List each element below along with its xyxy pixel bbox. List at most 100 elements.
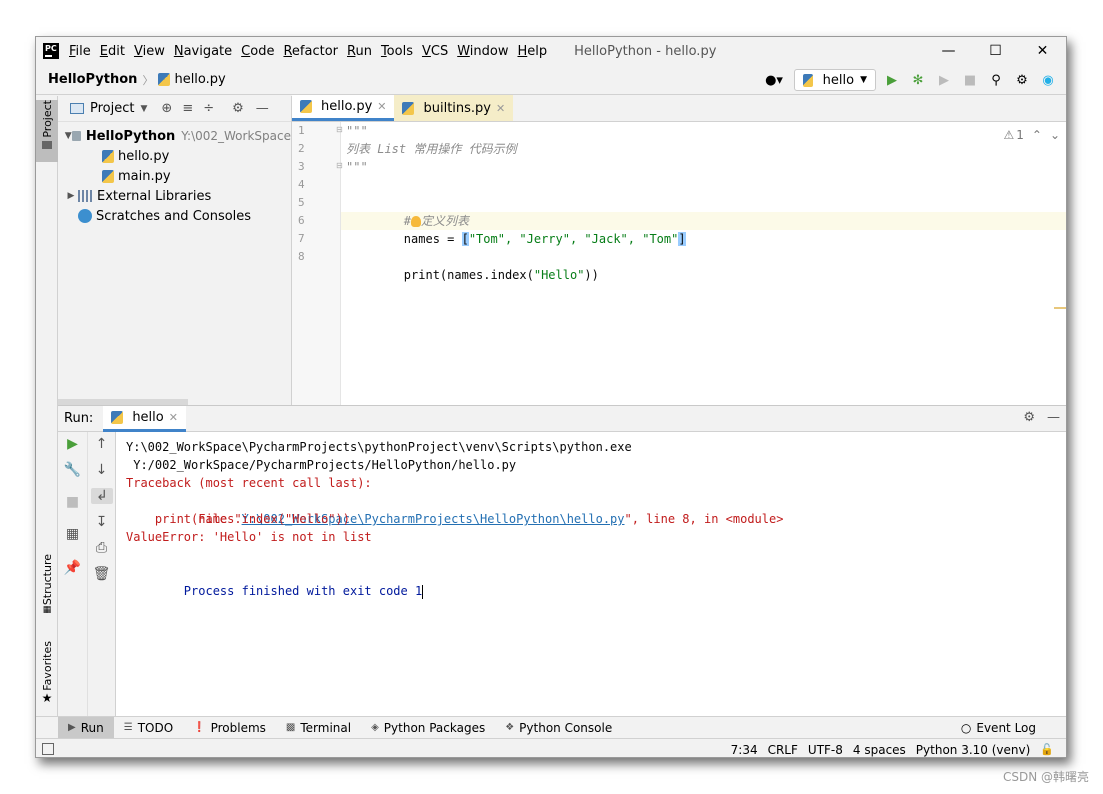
- trash-icon[interactable]: 🗑: [88, 566, 115, 582]
- scroll-to-end-icon[interactable]: ↧: [88, 514, 115, 530]
- collapse-all-icon[interactable]: ÷: [203, 101, 214, 116]
- close-icon[interactable]: ✕: [496, 102, 505, 115]
- python-file-icon: [158, 73, 171, 86]
- arrow-up-icon[interactable]: ↑: [88, 436, 115, 452]
- caret-position[interactable]: 7:34: [731, 743, 758, 757]
- menu-refactor[interactable]: Refactor: [283, 44, 338, 59]
- tab-hello-py[interactable]: hello.py ✕: [292, 95, 395, 121]
- breadcrumb-file[interactable]: hello.py: [174, 72, 225, 87]
- problems-tool-button[interactable]: ❗ Problems: [183, 717, 276, 739]
- menu-help[interactable]: Help: [518, 44, 548, 59]
- debug-icon[interactable]: ✻: [908, 70, 928, 90]
- maximize-button[interactable]: ☐: [972, 37, 1019, 65]
- line-separator[interactable]: CRLF: [768, 743, 798, 757]
- wrench-icon[interactable]: 🔧: [58, 462, 87, 478]
- code-line-2: 列表 List 常用操作 代码示例: [346, 142, 517, 156]
- stop-icon[interactable]: ■: [960, 70, 980, 90]
- tree-root[interactable]: ▼ HelloPython Y:\002_WorkSpace: [58, 126, 291, 146]
- minimize-button[interactable]: —: [925, 37, 972, 65]
- pin-icon[interactable]: 📌: [58, 560, 87, 576]
- toggle-tool-windows-icon[interactable]: [42, 743, 54, 755]
- ide-window: PC File Edit View Navigate Code Refactor…: [35, 36, 1067, 758]
- gear-icon[interactable]: ⚙: [1023, 410, 1035, 425]
- gear-icon[interactable]: ⚙: [1012, 70, 1032, 90]
- console-line: File "Y:\002_WorkSpace\PycharmProjects\H…: [126, 492, 1058, 526]
- menu-window[interactable]: Window: [457, 44, 508, 59]
- python-interpreter[interactable]: Python 3.10 (venv): [916, 743, 1031, 757]
- todo-tool-button[interactable]: ☰ TODO: [114, 717, 183, 739]
- chevron-down-icon[interactable]: ⌄: [1050, 128, 1060, 142]
- jetbrains-toolbox-icon[interactable]: ◉: [1038, 70, 1058, 90]
- menu-code[interactable]: Code: [241, 44, 274, 59]
- structure-tool-tab[interactable]: Structure ▦: [36, 554, 58, 624]
- status-bar-widgets: 7:34 CRLF UTF-8 4 spaces Python 3.10 (ve…: [731, 739, 1054, 757]
- hide-panel-icon[interactable]: —: [256, 101, 269, 116]
- terminal-tool-label: Terminal: [300, 720, 352, 735]
- menu-tools[interactable]: Tools: [381, 44, 413, 59]
- chevron-up-icon[interactable]: ⌃: [1032, 128, 1042, 142]
- tab-builtins-py[interactable]: builtins.py ✕: [394, 95, 514, 121]
- menu-navigate[interactable]: Navigate: [174, 44, 232, 59]
- inspection-widget[interactable]: ⚠ 1 ⌃ ⌄: [1003, 128, 1060, 142]
- run-tool-button[interactable]: ▶ Run: [58, 716, 114, 739]
- tree-item-hello[interactable]: hello.py: [58, 146, 291, 166]
- console-output[interactable]: Y:\002_WorkSpace\PycharmProjects\pythonP…: [116, 432, 1066, 717]
- arrow-down-icon[interactable]: ↓: [88, 462, 115, 478]
- project-panel-title[interactable]: Project: [90, 101, 134, 116]
- python-icon: [111, 410, 124, 424]
- tree-item-main[interactable]: main.py: [58, 166, 291, 186]
- expand-all-icon[interactable]: ≡: [182, 101, 193, 116]
- rerun-icon[interactable]: ▶: [58, 436, 87, 452]
- scratches-icon: [78, 209, 92, 223]
- menu-view[interactable]: View: [134, 44, 165, 59]
- tree-item-external-libraries[interactable]: ▶ External Libraries: [58, 186, 291, 206]
- close-icon[interactable]: ✕: [169, 411, 178, 424]
- user-icon[interactable]: ●▾: [760, 70, 788, 90]
- menu-vcs[interactable]: VCS: [422, 44, 448, 59]
- folder-icon: [72, 131, 81, 141]
- terminal-tool-button[interactable]: ▩ Terminal: [276, 717, 361, 739]
- favorites-tool-tab[interactable]: Favorites ★: [36, 641, 58, 711]
- run-config-dropdown[interactable]: hello ▼: [794, 69, 876, 91]
- gear-icon[interactable]: ⚙: [232, 101, 244, 116]
- close-icon[interactable]: ✕: [377, 100, 386, 113]
- pycharm-logo-icon: PC: [43, 43, 59, 59]
- stop-icon[interactable]: ■: [58, 494, 87, 510]
- coverage-icon[interactable]: ▶: [934, 70, 954, 90]
- error-stripe-marker[interactable]: [1054, 307, 1066, 309]
- run-icon[interactable]: ▶: [882, 70, 902, 90]
- menu-file[interactable]: File: [69, 44, 91, 59]
- soft-wrap-icon[interactable]: ↲: [91, 488, 113, 504]
- run-tab-hello[interactable]: hello ✕: [103, 405, 186, 432]
- menu-run[interactable]: Run: [347, 44, 372, 59]
- tree-item-scratches[interactable]: Scratches and Consoles: [58, 206, 291, 226]
- project-tool-tab[interactable]: Project: [36, 100, 58, 162]
- python-console-tool-button[interactable]: ❖ Python Console: [495, 717, 622, 739]
- breadcrumb-project[interactable]: HelloPython: [48, 72, 137, 87]
- print-icon[interactable]: ⎙: [88, 540, 115, 556]
- chevron-right-icon[interactable]: ▶: [64, 191, 78, 201]
- lock-icon[interactable]: 🔓: [1040, 743, 1054, 756]
- menu-edit[interactable]: Edit: [100, 44, 125, 59]
- code-line-1: """: [346, 124, 368, 138]
- chevron-down-icon[interactable]: ▼: [64, 131, 72, 141]
- indent-setting[interactable]: 4 spaces: [853, 743, 906, 757]
- code-editor[interactable]: """ 列表 List 常用操作 代码示例 """ # 定义列表 names = …: [341, 122, 1066, 405]
- project-tree: ▼ HelloPython Y:\002_WorkSpace hello.py …: [58, 122, 291, 226]
- close-button[interactable]: ✕: [1019, 37, 1066, 65]
- layout-icon[interactable]: ▦: [58, 526, 87, 542]
- chevron-down-icon[interactable]: ▼: [140, 104, 147, 114]
- project-panel-header: Project ▼ ⊕ ≡ ÷ ⚙ —: [58, 96, 291, 122]
- run-panel-label: Run:: [64, 411, 94, 426]
- search-icon[interactable]: ⚲: [986, 70, 1006, 90]
- folder-icon: [42, 140, 52, 149]
- run-icon: ▶: [68, 722, 76, 733]
- python-packages-tool-button[interactable]: ◈ Python Packages: [361, 717, 495, 739]
- locate-icon[interactable]: ⊕: [161, 101, 172, 116]
- console-line: Process finished with exit code 1: [126, 564, 1058, 599]
- event-log-tool-button[interactable]: ○ Event Log: [961, 717, 1036, 739]
- project-panel: Project ▼ ⊕ ≡ ÷ ⚙ — ▼ HelloPython Y:\002…: [58, 96, 292, 405]
- file-encoding[interactable]: UTF-8: [808, 743, 843, 757]
- hide-panel-icon[interactable]: —: [1047, 410, 1060, 425]
- editor-area: hello.py ✕ builtins.py ✕ 1 2 3 4 5 6 7 8…: [292, 95, 1066, 405]
